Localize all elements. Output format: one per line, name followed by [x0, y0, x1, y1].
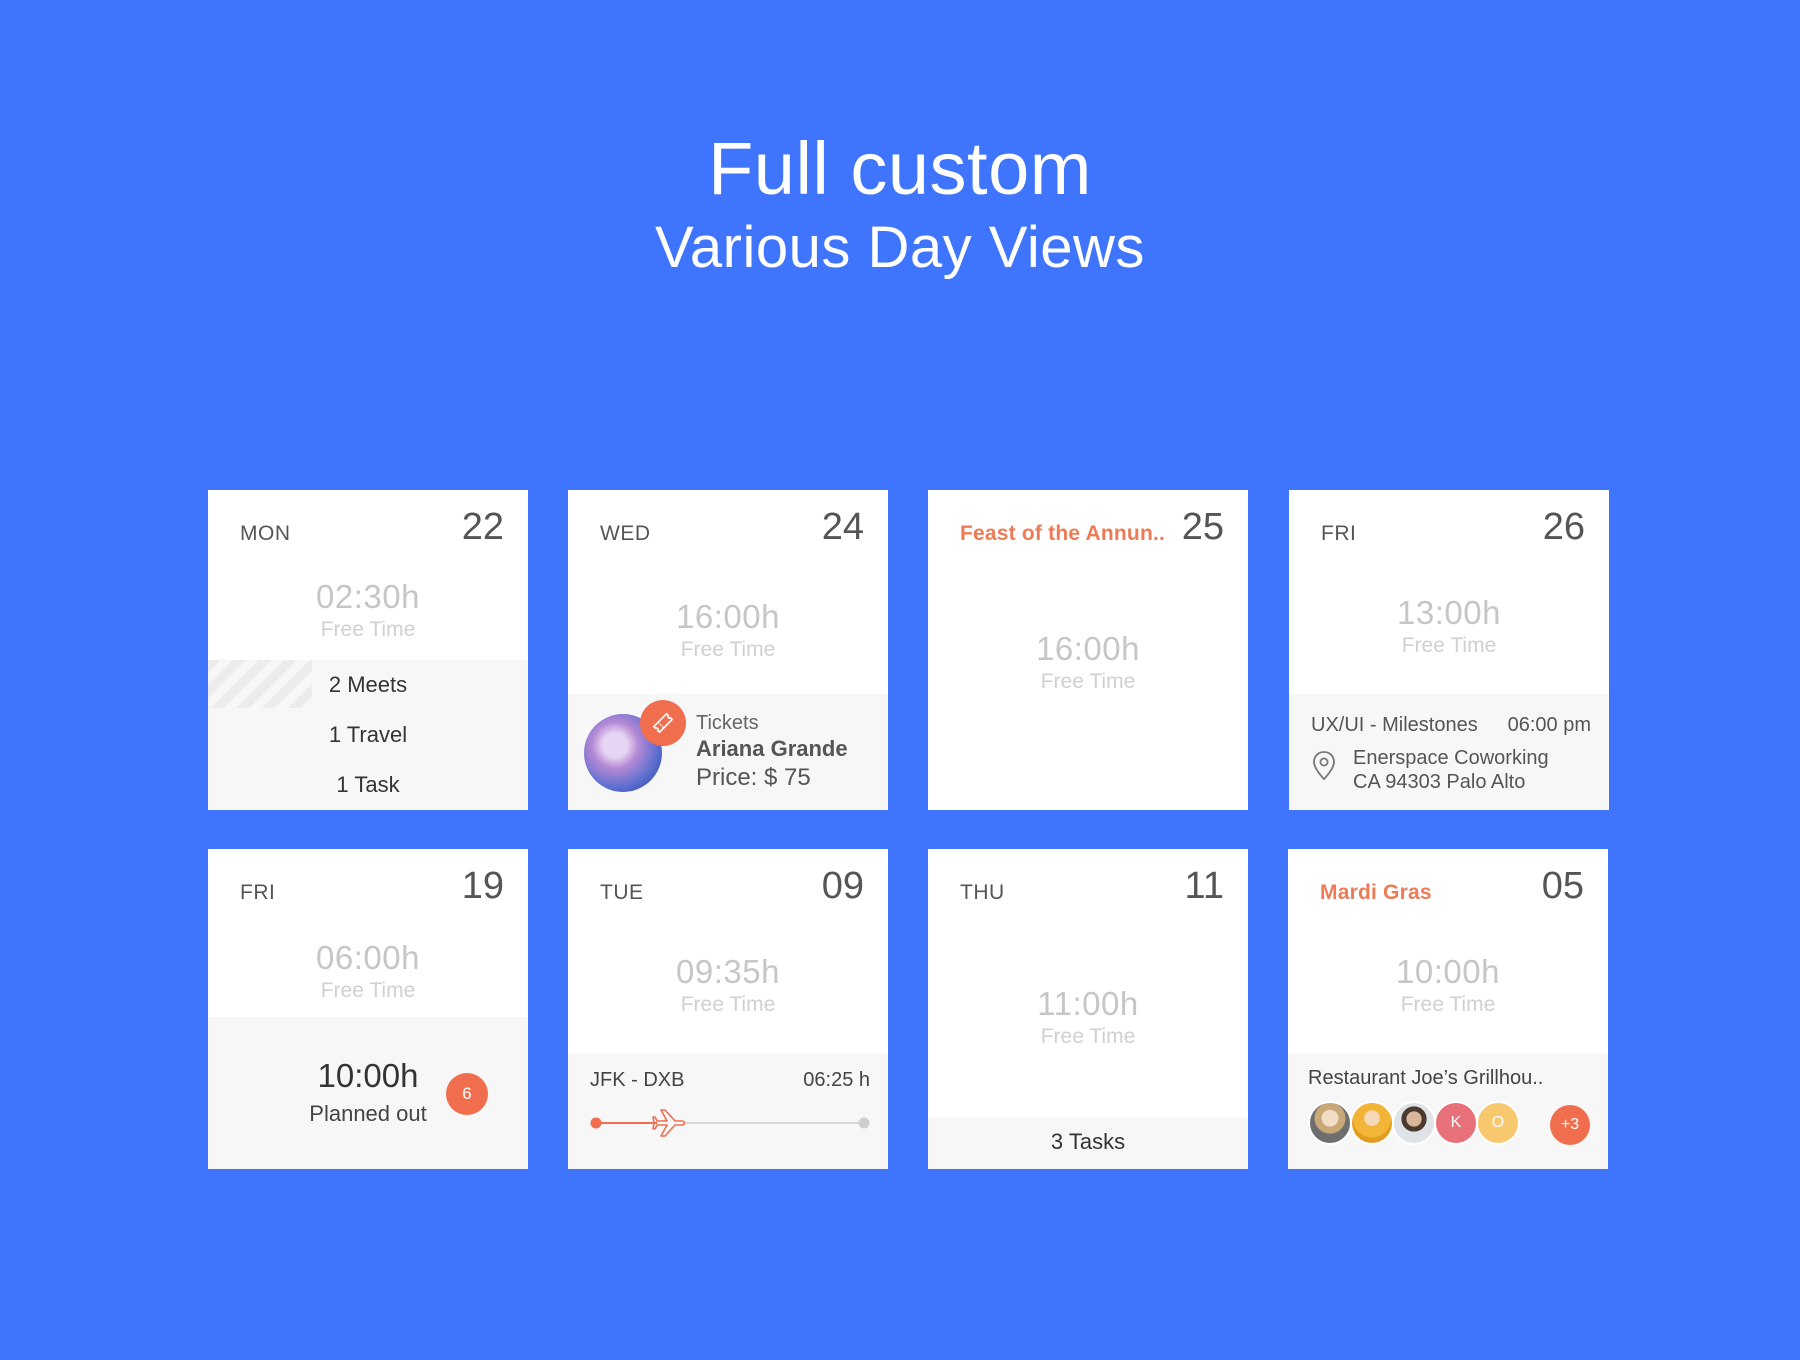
free-time-value: 11:00h — [1037, 985, 1139, 1022]
restaurant-name: Restaurant Joe’s Grillhou.. — [1308, 1067, 1544, 1089]
free-time-label: Free Time — [320, 979, 416, 1002]
hero-subtitle: Various Day Views — [655, 215, 1145, 280]
flight-progress — [590, 1109, 870, 1137]
free-time-value: 10:00h — [1396, 953, 1500, 990]
day-card-mon-22[interactable]: MON 22 02:30h Free Time 2 Meets 1 Travel… — [208, 490, 528, 810]
day-card-tue-09[interactable]: TUE 09 09:35h Free Time JFK - DXB 06:25 … — [568, 849, 888, 1169]
free-time-label: Free Time — [680, 638, 776, 661]
day-name: THU — [960, 881, 1005, 904]
day-number: 25 — [1181, 506, 1224, 548]
flight-route: JFK - DXB — [590, 1069, 685, 1091]
summary-item-meets[interactable]: 2 Meets — [208, 672, 528, 698]
free-time-label: Free Time — [1040, 1025, 1136, 1048]
events-count-badge[interactable]: 6 — [446, 1073, 488, 1115]
day-number: 05 — [1541, 865, 1584, 907]
hero-title: Full custom — [708, 127, 1092, 210]
event-name: Ariana Grande — [696, 736, 848, 761]
free-time-label: Free Time — [680, 993, 776, 1016]
free-time-label: Free Time — [1040, 670, 1136, 693]
holiday-name: Mardi Gras — [1320, 881, 1432, 904]
day-name: FRI — [1321, 522, 1357, 545]
location-pin-icon — [1311, 750, 1337, 787]
day-number: 09 — [821, 865, 864, 907]
address-line-2: CA 94303 Palo Alto — [1353, 771, 1526, 793]
day-name: TUE — [600, 881, 644, 904]
planned-panel[interactable]: 10:00h Planned out 6 — [208, 1017, 528, 1169]
day-number: 26 — [1542, 506, 1585, 548]
summary-item-travel[interactable]: 1 Travel — [208, 722, 528, 748]
avatar[interactable] — [1350, 1101, 1394, 1145]
ticket-price: Price: $ 75 — [696, 764, 811, 791]
free-time-value: 13:00h — [1397, 594, 1501, 631]
free-time-block: 11:00h Free Time — [928, 985, 1248, 1049]
free-time-block: 06:00h Free Time — [208, 939, 528, 1003]
destination-dot — [858, 1117, 870, 1129]
day-number: 11 — [1184, 865, 1224, 907]
avatar[interactable] — [1392, 1101, 1436, 1145]
tickets-panel[interactable]: Tickets Ariana Grande Price: $ 75 — [568, 694, 888, 810]
free-time-block: 13:00h Free Time — [1289, 594, 1609, 658]
free-time-block: 09:35h Free Time — [568, 953, 888, 1017]
day-name: FRI — [240, 881, 276, 904]
day-card-thu-11[interactable]: THU 11 11:00h Free Time 3 Tasks — [928, 849, 1248, 1169]
avatar[interactable]: O — [1476, 1101, 1520, 1145]
day-card-fri-26[interactable]: FRI 26 13:00h Free Time UX/UI - Mileston… — [1289, 490, 1609, 810]
day-number: 22 — [461, 506, 504, 548]
holiday-name: Feast of the Annun.. — [960, 522, 1166, 545]
free-time-value: 06:00h — [316, 939, 420, 976]
day-card-fri-19[interactable]: FRI 19 06:00h Free Time 10:00h Planned o… — [208, 849, 528, 1169]
tickets-label: Tickets — [696, 712, 759, 734]
free-time-block: 10:00h Free Time — [1288, 953, 1608, 1017]
meeting-panel[interactable]: UX/UI - Milestones 06:00 pm Enerspace Co… — [1289, 694, 1609, 810]
day-card-holiday-25[interactable]: Feast of the Annun.. 25 16:00h Free Time — [928, 490, 1248, 810]
day-card-holiday-05[interactable]: Mardi Gras 05 10:00h Free Time Restauran… — [1288, 849, 1608, 1169]
free-time-label: Free Time — [320, 618, 416, 641]
free-time-value: 16:00h — [1036, 630, 1140, 667]
day-name: MON — [240, 522, 291, 545]
day-name: WED — [600, 522, 651, 545]
origin-dot — [590, 1117, 602, 1129]
day-number: 19 — [461, 865, 504, 907]
meeting-time: 06:00 pm — [1507, 714, 1591, 736]
tasks-count: 3 Tasks — [1050, 1129, 1126, 1154]
avatar[interactable] — [1308, 1101, 1352, 1145]
summary-item-task[interactable]: 1 Task — [208, 772, 528, 798]
airplane-icon — [652, 1109, 686, 1137]
restaurant-panel[interactable]: Restaurant Joe’s Grillhou.. K O +3 — [1288, 1053, 1608, 1169]
day-card-wed-24[interactable]: WED 24 16:00h Free Time Tickets Ariana G… — [568, 490, 888, 810]
address-line-1: Enerspace Coworking — [1353, 747, 1549, 769]
tasks-panel[interactable]: 3 Tasks — [928, 1117, 1248, 1169]
meeting-title: UX/UI - Milestones — [1311, 714, 1478, 736]
avatar[interactable]: K — [1434, 1101, 1478, 1145]
free-time-value: 16:00h — [676, 598, 780, 635]
free-time-block: 16:00h Free Time — [928, 630, 1248, 694]
ticket-icon — [640, 700, 686, 746]
meeting-address: Enerspace Coworking CA 94303 Palo Alto — [1353, 746, 1549, 794]
summary-panel: 2 Meets 1 Travel 1 Task — [208, 660, 528, 810]
free-time-block: 16:00h Free Time — [568, 598, 888, 662]
free-time-block: 02:30h Free Time — [208, 578, 528, 642]
flight-panel[interactable]: JFK - DXB 06:25 h — [568, 1053, 888, 1169]
day-number: 24 — [821, 506, 864, 548]
free-time-value: 02:30h — [316, 578, 420, 615]
flight-duration: 06:25 h — [803, 1069, 870, 1091]
more-attendees-badge[interactable]: +3 — [1550, 1105, 1590, 1145]
free-time-label: Free Time — [1400, 993, 1496, 1016]
free-time-label: Free Time — [1401, 634, 1497, 657]
free-time-value: 09:35h — [676, 953, 780, 990]
